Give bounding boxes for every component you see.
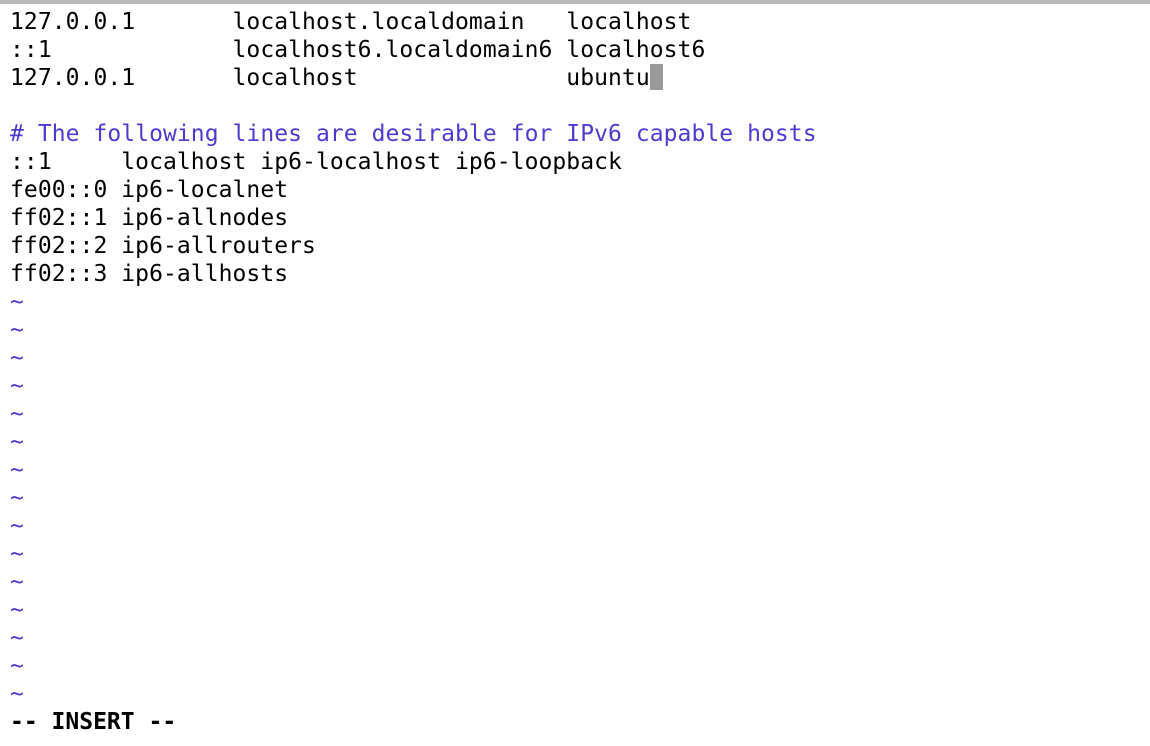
empty-line-tilde: ~ xyxy=(10,457,24,483)
empty-line-tilde: ~ xyxy=(10,317,24,343)
empty-line-tilde: ~ xyxy=(10,513,24,539)
text-line-3[interactable]: 127.0.0.1 localhost ubuntu xyxy=(10,64,1140,92)
empty-line-tilde: ~ xyxy=(10,373,24,399)
mode-indicator: -- INSERT -- xyxy=(10,709,177,735)
text-line-9[interactable]: ff02::2 ip6-allrouters xyxy=(10,232,1140,260)
text-line-4[interactable] xyxy=(10,92,1140,120)
empty-line-tilde: ~ xyxy=(10,625,24,651)
empty-line-tilde: ~ xyxy=(10,485,24,511)
empty-line-tilde: ~ xyxy=(10,597,24,623)
text-line-6[interactable]: ::1 localhost ip6-localhost ip6-loopback xyxy=(10,148,1140,176)
comment-line[interactable]: # The following lines are desirable for … xyxy=(10,120,1140,148)
empty-line-tilde: ~ xyxy=(10,569,24,595)
window-top-border xyxy=(0,0,1150,4)
text-cursor xyxy=(649,64,663,90)
empty-line-tilde: ~ xyxy=(10,541,24,567)
empty-line-tilde: ~ xyxy=(10,345,24,371)
vim-editor-buffer[interactable]: 127.0.0.1 localhost.localdomain localhos… xyxy=(10,8,1140,708)
empty-line-tilde: ~ xyxy=(10,289,24,315)
text-line-3-content[interactable]: 127.0.0.1 localhost ubuntu xyxy=(10,65,650,91)
empty-line-tilde: ~ xyxy=(10,681,24,707)
text-line-10[interactable]: ff02::3 ip6-allhosts xyxy=(10,260,1140,288)
empty-line-tilde: ~ xyxy=(10,429,24,455)
text-line-7[interactable]: fe00::0 ip6-localnet xyxy=(10,176,1140,204)
empty-line-tilde: ~ xyxy=(10,401,24,427)
text-line-8[interactable]: ff02::1 ip6-allnodes xyxy=(10,204,1140,232)
text-line-2[interactable]: ::1 localhost6.localdomain6 localhost6 xyxy=(10,36,1140,64)
text-line-1[interactable]: 127.0.0.1 localhost.localdomain localhos… xyxy=(10,8,1140,36)
empty-line-tilde: ~ xyxy=(10,653,24,679)
